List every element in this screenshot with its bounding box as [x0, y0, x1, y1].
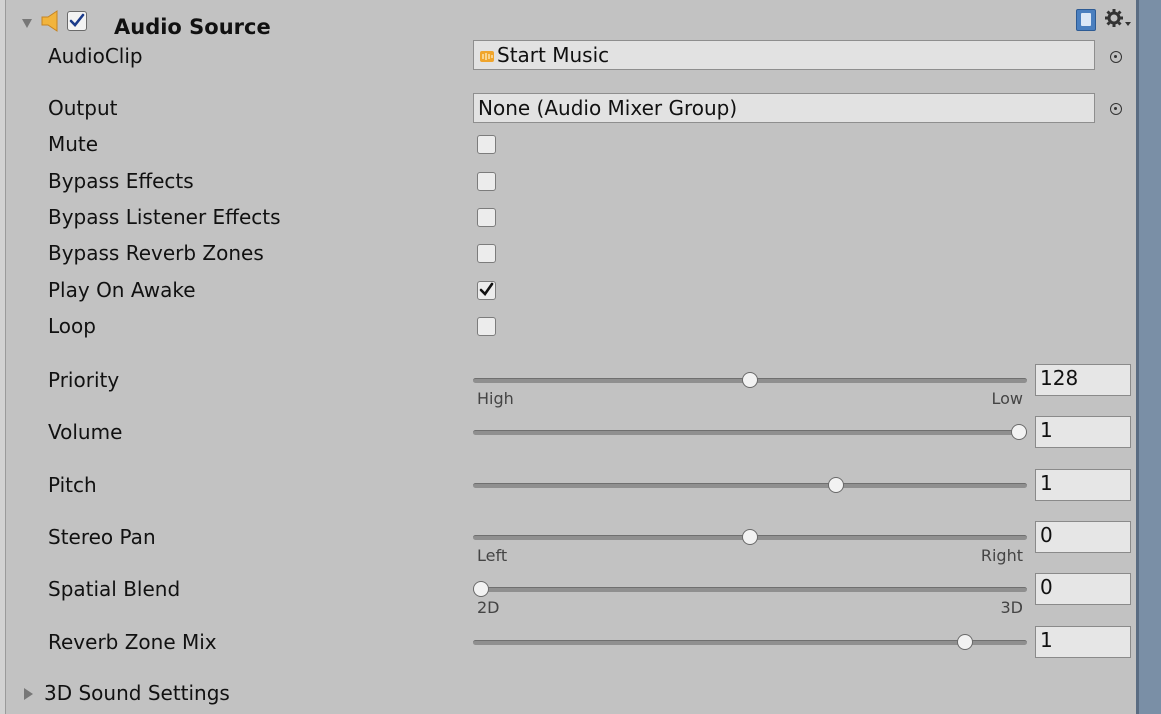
- slider-min-caption: 2D: [477, 598, 500, 617]
- slider-value-field[interactable]: 1: [1035, 416, 1131, 448]
- slider-max-caption: Right: [980, 546, 1023, 565]
- toggle-label: Play On Awake: [48, 278, 196, 302]
- slider-label: Stereo Pan: [48, 525, 156, 549]
- slider-max-caption: Low: [991, 389, 1023, 408]
- enabled-checkbox[interactable]: [67, 11, 87, 31]
- slider-min-caption: Left: [477, 546, 508, 565]
- help-book-icon[interactable]: [1076, 9, 1096, 31]
- slider-label: Pitch: [48, 473, 97, 497]
- slider-label: Spatial Blend: [48, 577, 181, 601]
- foldout-arrow-right-icon[interactable]: [22, 686, 34, 705]
- foldout-arrow-icon[interactable]: [21, 14, 33, 33]
- audio-clip-label: AudioClip: [48, 44, 143, 68]
- audio-clip-picker-icon[interactable]: [1110, 51, 1122, 63]
- slider-label: Priority: [48, 368, 120, 392]
- toggle-label: Bypass Listener Effects: [48, 205, 281, 229]
- slider-thumb[interactable]: [473, 581, 489, 597]
- toggle-checkbox[interactable]: [477, 281, 496, 300]
- component-title: Audio Source: [114, 15, 271, 39]
- slider-track[interactable]: [473, 430, 1027, 435]
- toggle-checkbox[interactable]: [477, 135, 496, 154]
- sound-settings-foldout[interactable]: 3D Sound Settings: [22, 680, 322, 706]
- slider-thumb[interactable]: [742, 372, 758, 388]
- toggle-label: Bypass Effects: [48, 169, 194, 193]
- slider-value-field[interactable]: 0: [1035, 521, 1131, 553]
- output-value: None (Audio Mixer Group): [478, 96, 738, 120]
- scrollbar[interactable]: [1136, 0, 1161, 714]
- toggle-checkbox[interactable]: [477, 208, 496, 227]
- slider-track[interactable]: [473, 587, 1027, 592]
- slider-thumb[interactable]: [742, 529, 758, 545]
- slider-thumb[interactable]: [828, 477, 845, 493]
- slider-value-field[interactable]: 128: [1035, 364, 1131, 396]
- audio-clip-value: Start Music: [497, 43, 610, 67]
- inspector-panel: Audio Source AudioClip Start Music Outpu…: [6, 0, 1136, 714]
- gear-icon[interactable]: [1104, 7, 1132, 35]
- output-field[interactable]: None (Audio Mixer Group): [473, 93, 1095, 123]
- speaker-icon: [40, 9, 66, 37]
- audio-clip-field[interactable]: Start Music: [473, 40, 1095, 70]
- slider-thumb[interactable]: [957, 634, 974, 650]
- output-label: Output: [48, 96, 118, 120]
- slider-min-caption: High: [477, 389, 514, 408]
- slider-track[interactable]: [473, 640, 1027, 645]
- slider-track[interactable]: [473, 483, 1027, 488]
- toggle-checkbox[interactable]: [477, 244, 496, 263]
- slider-label: Reverb Zone Mix: [48, 630, 217, 654]
- audio-clip-icon: [478, 44, 496, 62]
- checkmark-icon: [479, 282, 494, 297]
- toggle-label: Mute: [48, 132, 99, 156]
- toggle-checkbox[interactable]: [477, 172, 496, 191]
- toggle-label: Loop: [48, 314, 96, 338]
- slider-label: Volume: [48, 420, 123, 444]
- slider-thumb[interactable]: [1011, 424, 1027, 440]
- sound-settings-label: 3D Sound Settings: [44, 681, 230, 705]
- toggle-label: Bypass Reverb Zones: [48, 241, 264, 265]
- slider-value-field[interactable]: 1: [1035, 626, 1131, 658]
- toggle-checkbox[interactable]: [477, 317, 496, 336]
- slider-max-caption: 3D: [1000, 598, 1024, 617]
- output-picker-icon[interactable]: [1110, 103, 1122, 115]
- slider-value-field[interactable]: 0: [1035, 573, 1131, 605]
- scrollbar-edge: [1136, 0, 1139, 714]
- slider-value-field[interactable]: 1: [1035, 469, 1131, 501]
- component-header[interactable]: Audio Source: [6, 4, 1136, 39]
